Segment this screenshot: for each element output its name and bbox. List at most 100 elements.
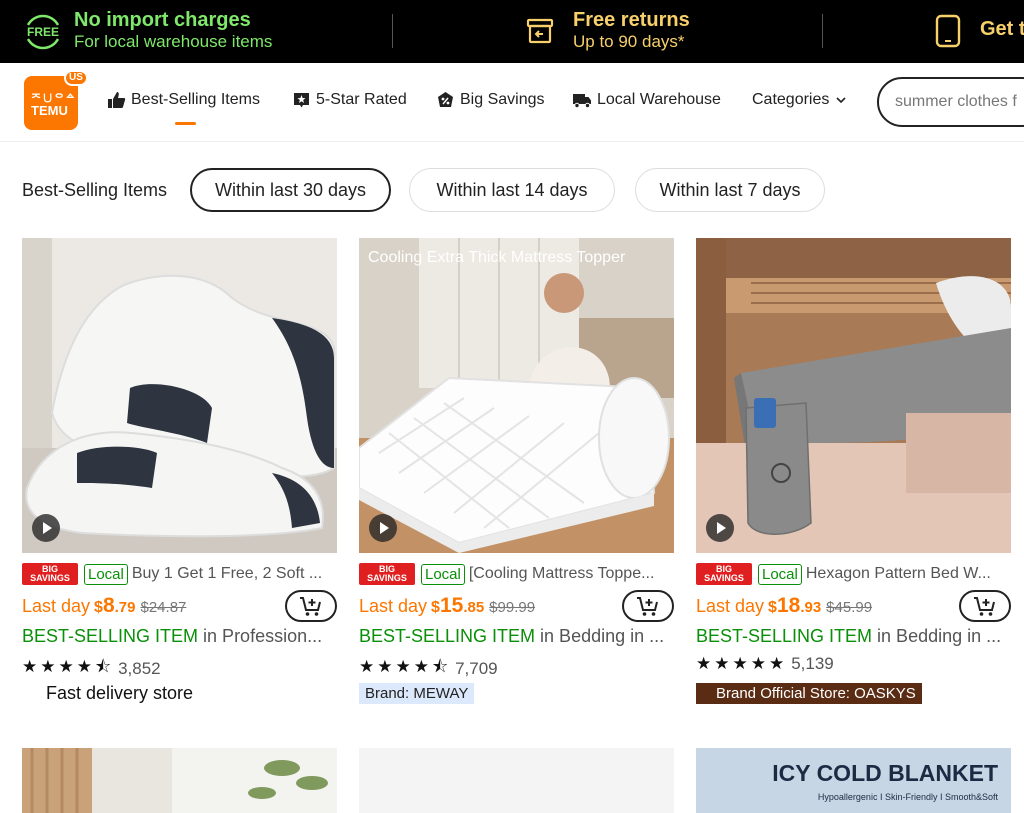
star-rating-icon: ★★★★⯪ (22, 657, 115, 676)
review-count: 7,709 (455, 658, 498, 678)
product-image[interactable]: Cooling Extra Thick Mattress Topper (359, 238, 674, 553)
best-selling-label: BEST-SELLING ITEM (22, 626, 199, 646)
nav-big-savings[interactable]: Big Savings (436, 91, 545, 109)
add-to-cart-button[interactable] (622, 590, 674, 622)
last-day-label: Last day (22, 596, 91, 616)
play-video-icon[interactable] (369, 514, 397, 542)
big-savings-badge: BIG SAVINGS (696, 563, 752, 585)
review-count: 3,852 (118, 658, 161, 678)
product-title[interactable]: [Cooling Mattress Toppe... (469, 565, 655, 583)
star-rating-icon: ★★★★★ (696, 654, 788, 673)
free-returns-promo[interactable]: Free returns Up to 90 days* (573, 8, 690, 52)
category-text: in Bedding in ... (535, 626, 665, 646)
title-row: BIG SAVINGS Local Hexagon Pattern Bed W..… (696, 562, 1011, 586)
temu-logo[interactable]: ᄌ∪ᄋᅀ TEMU US (24, 70, 88, 130)
last-day-label: Last day (696, 596, 765, 616)
last-day-label: Last day (359, 596, 428, 616)
product-title[interactable]: Hexagon Pattern Bed W... (806, 565, 991, 583)
image-caption: Cooling Extra Thick Mattress Topper (368, 249, 626, 266)
filter-7-days[interactable]: Within last 7 days (635, 168, 825, 212)
play-video-icon[interactable] (706, 514, 734, 542)
nav-label: Best-Selling Items (131, 91, 260, 108)
product-image[interactable] (696, 238, 1011, 553)
site-header: ᄌ∪ᄋᅀ TEMU US Best-Selling Items 5-Star R… (0, 63, 1024, 142)
best-selling-row: BEST-SELLING ITEM in Bedding in ... (696, 626, 1006, 647)
product-image[interactable] (22, 238, 337, 553)
nav-local-warehouse[interactable]: Local Warehouse (572, 91, 721, 109)
import-sub: For local warehouse items (74, 32, 273, 51)
price-main: 15 (439, 594, 464, 617)
logo-word: TEMU (31, 103, 68, 118)
promo-divider (392, 14, 393, 48)
search-input[interactable]: summer clothes f (877, 77, 1024, 127)
nav-label: Local Warehouse (597, 91, 721, 108)
big-savings-badge: BIG SAVINGS (359, 563, 415, 585)
nav-categories[interactable]: Categories (752, 91, 847, 109)
nav-label: Big Savings (460, 91, 545, 108)
chevron-down-icon (836, 97, 846, 104)
thumbs-up-icon (108, 92, 126, 108)
free-shipping-badge-icon: FREE (22, 11, 64, 53)
category-text: in Profession... (198, 626, 323, 646)
region-badge: US (64, 70, 88, 86)
best-selling-row: BEST-SELLING ITEM in Bedding in ... (359, 626, 669, 647)
add-to-cart-button[interactable] (285, 590, 337, 622)
phone-icon (935, 14, 961, 48)
cart-plus-icon (300, 597, 321, 616)
rating-row: ★★★★★ 5,139 (696, 654, 834, 674)
import-title: No import charges (74, 9, 251, 31)
return-box-icon (526, 16, 554, 46)
price-cents: .79 (114, 599, 136, 616)
import-charges-promo[interactable]: No import charges For local warehouse it… (74, 8, 272, 52)
best-selling-row: BEST-SELLING ITEM in Profession... (22, 626, 332, 647)
store-label: Fast delivery store (46, 683, 194, 703)
price-row: Last day $ 18 .93 $45.99 (696, 594, 872, 624)
currency: $ (94, 599, 103, 616)
returns-sub: Up to 90 days* (573, 32, 685, 51)
product-image-next[interactable]: ICY COLD BLANKET Hypoallergenic I Skin-F… (696, 748, 1011, 813)
play-video-icon[interactable] (32, 514, 60, 542)
official-store-tag[interactable]: Brand Official Store: OASKYS (696, 683, 922, 704)
price-row: Last day $ 15 .85 $99.99 (359, 594, 535, 624)
promo-banner: FREE No import charges For local warehou… (0, 0, 1024, 63)
category-text: in Bedding in ... (872, 626, 1002, 646)
banner-title: ICY COLD BLANKET (772, 760, 998, 786)
star-rating-icon: ★★★★⯪ (359, 657, 452, 676)
local-badge: Local (84, 563, 128, 585)
product-image-next[interactable] (22, 748, 337, 813)
banner-subtitle: Hypoallergenic I Skin-Friendly I Smooth&… (817, 792, 998, 802)
brand-tag[interactable]: Brand: MEWAY (359, 683, 475, 704)
add-to-cart-button[interactable] (959, 590, 1011, 622)
best-selling-label: BEST-SELLING ITEM (359, 626, 536, 646)
active-nav-indicator (175, 122, 196, 125)
old-price: $99.99 (489, 599, 536, 616)
filter-30-days[interactable]: Within last 30 days (190, 168, 391, 212)
review-count: 5,139 (791, 654, 834, 673)
old-price: $24.87 (140, 599, 187, 616)
title-row: BIG SAVINGS Local Buy 1 Get 1 Free, 2 Sof… (22, 562, 337, 586)
get-app-promo[interactable]: Get t (980, 18, 1024, 41)
free-badge-text: FREE (27, 25, 59, 39)
nav-best-selling[interactable]: Best-Selling Items (107, 91, 260, 109)
cart-plus-icon (637, 597, 658, 616)
product-image-next[interactable] (359, 748, 674, 813)
truck-icon (573, 94, 591, 109)
nav-5-star-rated[interactable]: 5-Star Rated (292, 91, 407, 109)
price-cents: .93 (800, 599, 822, 616)
old-price: $45.99 (826, 599, 873, 616)
price-main: 18 (776, 594, 801, 617)
currency: $ (768, 599, 777, 616)
nav-label: Categories (752, 91, 830, 108)
local-badge: Local (758, 563, 802, 585)
price-main: 8 (102, 594, 115, 617)
title-row: BIG SAVINGS Local [Cooling Mattress Toppe… (359, 562, 674, 586)
product-title[interactable]: Buy 1 Get 1 Free, 2 Soft ... (132, 565, 322, 583)
big-savings-badge: BIG SAVINGS (22, 563, 78, 585)
price-cents: .85 (463, 599, 485, 616)
nav-label: 5-Star Rated (316, 91, 407, 108)
filter-14-days[interactable]: Within last 14 days (409, 168, 615, 212)
search-placeholder: summer clothes f (895, 93, 1017, 110)
price-row: Last day $ 8 .79 $24.87 (22, 594, 186, 624)
rating-row: ★★★★⯪ 7,709 (359, 654, 498, 683)
rating-row: ★★★★⯪ 3,852 (22, 654, 161, 683)
